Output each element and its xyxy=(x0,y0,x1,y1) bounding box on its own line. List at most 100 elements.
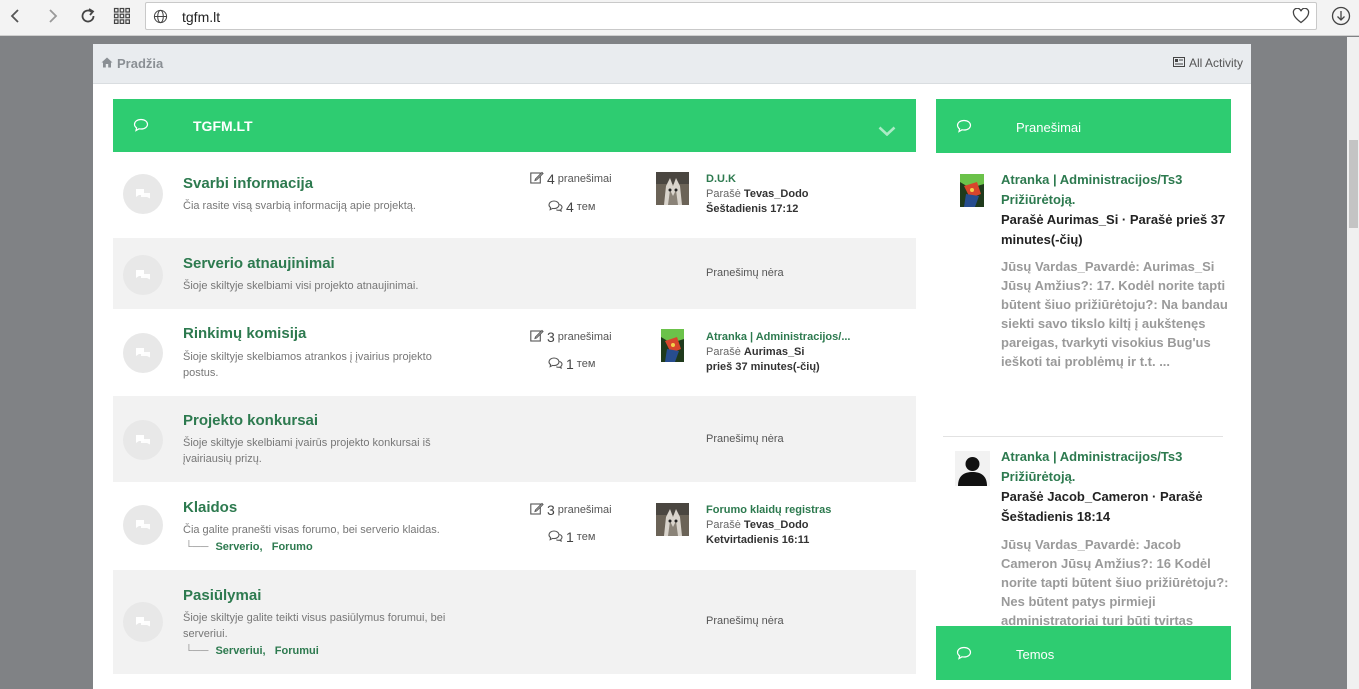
post-title[interactable]: Atranka | Administracijos/Ts3 Prižiūrėto… xyxy=(1001,447,1226,487)
last-post-time[interactable]: Šeštadienis 17:12 xyxy=(706,202,809,217)
forum-name[interactable]: Klaidos xyxy=(183,499,237,516)
sidebar-topics-widget: Temos xyxy=(936,626,1231,680)
apps-grid-icon[interactable] xyxy=(109,4,135,28)
posts-number: 4 xyxy=(547,171,555,187)
comments-icon xyxy=(548,356,563,372)
no-posts-text: Pranešimų nėra xyxy=(706,267,784,279)
chat-bubble-icon xyxy=(956,119,972,138)
last-post-info: Atranka | Administracijos/... Parašė Aur… xyxy=(706,330,851,375)
forum-name[interactable]: Projekto konkursai xyxy=(183,412,318,429)
last-post-author[interactable]: Tevas_Dodo xyxy=(744,188,809,200)
last-post-by-prefix: Parašė xyxy=(706,188,741,200)
address-bar[interactable]: tgfm.lt xyxy=(145,2,1317,30)
forum-status-icon xyxy=(123,420,163,460)
forum-title[interactable]: TGFM.LT xyxy=(193,118,253,134)
last-post-title[interactable]: Atranka | Administracijos/... xyxy=(706,330,851,345)
scrollbar-thumb[interactable] xyxy=(1349,140,1358,228)
forum-block: TGFM.LT Svarbi informacija Čia rasite vi… xyxy=(113,99,916,674)
last-post-author[interactable]: Aurimas_Si xyxy=(744,346,805,358)
last-poster-avatar[interactable] xyxy=(656,172,689,205)
topics-label: тем xyxy=(576,201,596,213)
collapse-chevron-icon[interactable] xyxy=(878,123,896,141)
forum-row: Pasiūlymai Šioje skiltyje galite teikti … xyxy=(113,570,916,674)
forum-description: Čia galite pranešti visas forumo, bei se… xyxy=(183,524,440,536)
forum-status-icon xyxy=(123,602,163,642)
globe-icon xyxy=(153,9,168,29)
breadcrumb-home[interactable]: Pradžia xyxy=(101,56,163,71)
forum-row: Klaidos Čia galite pranešti visas forumo… xyxy=(113,482,916,570)
posts-count: 3 pranešimai xyxy=(530,502,612,518)
post-byline: Parašė Aurimas_Si · Parašė prieš 37 minu… xyxy=(1001,212,1226,247)
forum-name[interactable]: Serverio atnaujinimai xyxy=(183,255,335,272)
no-posts-text: Pranešimų nėra xyxy=(706,433,784,445)
tree-branch-icon: └── xyxy=(185,541,209,553)
download-icon[interactable] xyxy=(1329,4,1353,28)
last-post-title[interactable]: D.U.K xyxy=(706,172,809,187)
forward-icon[interactable] xyxy=(40,4,66,28)
forum-name[interactable]: Svarbi informacija xyxy=(183,175,313,192)
forum-row: Serverio atnaujinimai Šioje skiltyje ske… xyxy=(113,238,916,309)
last-post-time[interactable]: prieš 37 minutes(-čių) xyxy=(706,360,851,375)
forum-status-icon xyxy=(123,174,163,214)
page-content: Pradžia All Activity TGFM.LT Svarbi info… xyxy=(93,44,1251,689)
breadcrumb-home-label[interactable]: Pradžia xyxy=(117,56,163,71)
chat-bubble-icon xyxy=(133,118,149,137)
post-excerpt: Jūsų Vardas_Pavardė: Aurimas_Si Jūsų Amž… xyxy=(1001,259,1228,369)
tree-branch-icon: └── xyxy=(185,645,209,657)
breadcrumb: Pradžia All Activity xyxy=(93,44,1251,84)
topics-count: 1 тем xyxy=(548,529,595,545)
last-post-title[interactable]: Forumo klaidų registras xyxy=(706,503,831,518)
post-title[interactable]: Atranka | Administracijos/Ts3 Prižiūrėto… xyxy=(1001,170,1226,210)
all-activity-link[interactable]: All Activity xyxy=(1172,56,1243,70)
post-author-avatar[interactable] xyxy=(960,174,984,207)
forum-name[interactable]: Pasiūlymai xyxy=(183,587,261,604)
last-poster-avatar[interactable] xyxy=(656,503,689,536)
subforum-link[interactable]: Forumui xyxy=(275,645,319,657)
last-post-by-prefix: Parašė xyxy=(706,519,741,531)
forum-status-icon xyxy=(123,333,163,373)
back-icon[interactable] xyxy=(2,4,28,28)
subforum-link[interactable]: Serveriui, xyxy=(215,645,265,657)
forum-row: Rinkimų komisija Šioje skiltyje skelbiam… xyxy=(113,309,916,396)
topics-count: 4 тем xyxy=(548,199,595,215)
sidebar-posts-header: Pranešimai xyxy=(936,99,1231,153)
comments-icon xyxy=(548,529,563,545)
all-activity-label[interactable]: All Activity xyxy=(1189,56,1243,70)
last-post-by-prefix: Parašė xyxy=(706,346,741,358)
post-author-avatar[interactable] xyxy=(955,451,990,486)
subforum-link[interactable]: Forumo xyxy=(272,541,313,553)
reload-icon[interactable] xyxy=(75,4,101,28)
forum-status-icon xyxy=(123,255,163,295)
forum-header[interactable]: TGFM.LT xyxy=(113,99,916,152)
last-post-info: D.U.K Parašė Tevas_Dodo Šeštadienis 17:1… xyxy=(706,172,809,217)
page-scrollbar[interactable] xyxy=(1347,37,1359,689)
forum-row: Svarbi informacija Čia rasite visą svarb… xyxy=(113,152,916,238)
sidebar-posts-title: Pranešimai xyxy=(1016,120,1082,135)
edit-icon xyxy=(530,502,544,518)
subforum-link[interactable]: Serverio, xyxy=(215,541,262,553)
topics-count: 1 тем xyxy=(548,356,595,372)
comments-icon xyxy=(548,199,563,215)
posts-label: pranešimai xyxy=(557,173,612,185)
forum-description: Šioje skiltyje galite teikti visus pasiū… xyxy=(183,612,446,640)
bookmark-heart-icon[interactable] xyxy=(1292,7,1310,29)
last-post-author[interactable]: Tevas_Dodo xyxy=(744,519,809,531)
topics-label: тем xyxy=(576,358,596,370)
home-icon xyxy=(101,56,113,71)
url-text[interactable]: tgfm.lt xyxy=(182,9,220,25)
topics-number: 1 xyxy=(566,529,574,545)
post-byline: Parašė Jacob_Cameron · Parašė Šeštadieni… xyxy=(1001,489,1203,524)
forum-description: Čia rasite visą svarbią informaciją apie… xyxy=(183,200,416,212)
posts-count: 3 pranešimai xyxy=(530,329,612,345)
topics-number: 4 xyxy=(566,199,574,215)
chat-bubble-icon xyxy=(956,646,972,665)
topics-number: 1 xyxy=(566,356,574,372)
topics-label: тем xyxy=(576,531,596,543)
last-poster-avatar[interactable] xyxy=(661,329,684,362)
forum-description: Šioje skiltyje skelbiamos atrankos į įva… xyxy=(183,351,432,379)
subforum-list: └── Serverio, Forumo xyxy=(185,541,313,553)
last-post-time[interactable]: Ketvirtadienis 16:11 xyxy=(706,533,831,548)
forum-name[interactable]: Rinkimų komisija xyxy=(183,325,306,342)
post-divider xyxy=(943,436,1223,437)
forum-description: Šioje skiltyje skelbiami įvairūs projekt… xyxy=(183,437,431,465)
